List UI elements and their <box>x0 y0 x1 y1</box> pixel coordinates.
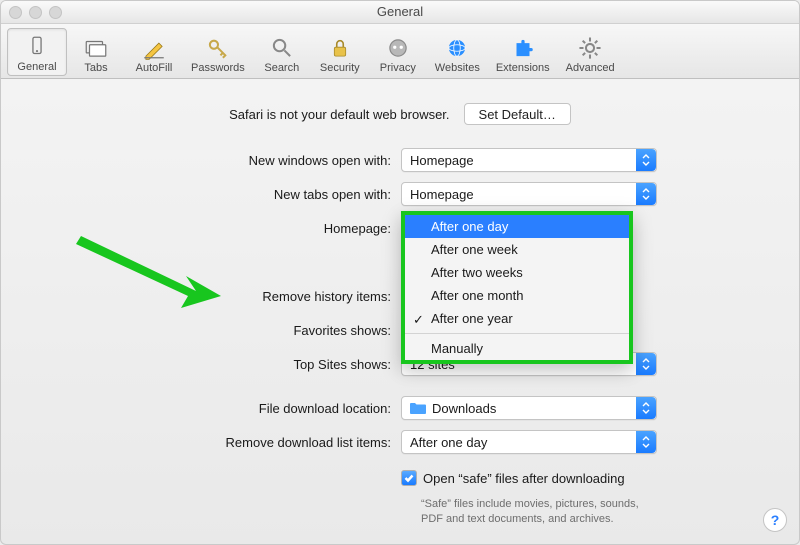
chevron-updown-icon <box>636 183 656 205</box>
set-default-button[interactable]: Set Default… <box>464 103 571 125</box>
new-windows-label: New windows open with: <box>41 153 401 168</box>
new-tabs-label: New tabs open with: <box>41 187 401 202</box>
checkmark-icon: ✓ <box>413 312 424 328</box>
privacy-icon <box>384 34 412 62</box>
remove-history-menu: After one day After one week After two w… <box>401 211 633 364</box>
new-windows-select[interactable]: Homepage <box>401 148 657 172</box>
new-tabs-select[interactable]: Homepage <box>401 182 657 206</box>
help-button[interactable]: ? <box>763 508 787 532</box>
preferences-toolbar: General Tabs AutoFill Passwords Search <box>1 24 799 79</box>
chevron-updown-icon <box>636 149 656 171</box>
toolbar-label: Websites <box>435 62 480 74</box>
search-icon <box>268 34 296 62</box>
toolbar-label: Tabs <box>84 62 107 74</box>
toolbar-search[interactable]: Search <box>253 28 311 76</box>
preferences-window: General General Tabs AutoFill Passwords <box>0 0 800 545</box>
top-sites-label: Top Sites shows: <box>41 357 401 372</box>
toolbar-label: General <box>17 61 56 73</box>
toolbar-autofill[interactable]: AutoFill <box>125 28 183 76</box>
toolbar-label: AutoFill <box>136 62 173 74</box>
gear-icon <box>576 34 604 62</box>
chevron-updown-icon <box>636 353 656 375</box>
menu-separator <box>405 333 629 334</box>
toolbar-label: Advanced <box>566 62 615 74</box>
key-icon <box>204 34 232 62</box>
toolbar-security[interactable]: Security <box>311 28 369 76</box>
window-title: General <box>377 4 423 19</box>
open-safe-hint: “Safe” files include movies, pictures, s… <box>401 497 661 527</box>
autofill-icon <box>140 34 168 62</box>
select-value: After one day <box>410 435 487 450</box>
toolbar-label: Passwords <box>191 62 245 74</box>
tabs-icon <box>82 34 110 62</box>
titlebar: General <box>1 1 799 24</box>
chevron-updown-icon <box>636 397 656 419</box>
select-value: Downloads <box>432 401 496 416</box>
menu-option-after-one-month[interactable]: After one month <box>405 284 629 307</box>
download-location-label: File download location: <box>41 401 401 416</box>
folder-icon <box>410 402 426 414</box>
toolbar-advanced[interactable]: Advanced <box>558 28 623 76</box>
toolbar-extensions[interactable]: Extensions <box>488 28 558 76</box>
menu-option-after-one-week[interactable]: After one week <box>405 238 629 261</box>
toolbar-label: Privacy <box>380 62 416 74</box>
puzzle-icon <box>509 34 537 62</box>
toolbar-label: Security <box>320 62 360 74</box>
open-safe-label: Open “safe” files after downloading <box>423 471 625 486</box>
zoom-window-button[interactable] <box>49 6 62 19</box>
open-safe-checkbox[interactable] <box>401 470 417 486</box>
menu-option-after-one-day[interactable]: After one day <box>405 215 629 238</box>
toolbar-tabs[interactable]: Tabs <box>67 28 125 76</box>
toolbar-websites[interactable]: Websites <box>427 28 488 76</box>
toolbar-passwords[interactable]: Passwords <box>183 28 253 76</box>
download-location-select[interactable]: Downloads <box>401 396 657 420</box>
minimize-window-button[interactable] <box>29 6 42 19</box>
chevron-updown-icon <box>636 431 656 453</box>
favorites-label: Favorites shows: <box>41 323 401 338</box>
toolbar-general[interactable]: General <box>7 28 67 76</box>
remove-downloads-label: Remove download list items: <box>41 435 401 450</box>
remove-downloads-select[interactable]: After one day <box>401 430 657 454</box>
default-browser-message: Safari is not your default web browser. <box>229 107 449 122</box>
close-window-button[interactable] <box>9 6 22 19</box>
traffic-lights <box>9 6 62 19</box>
toolbar-privacy[interactable]: Privacy <box>369 28 427 76</box>
menu-option-after-one-year[interactable]: ✓ After one year <box>405 307 629 330</box>
toolbar-label: Extensions <box>496 62 550 74</box>
menu-option-after-two-weeks[interactable]: After two weeks <box>405 261 629 284</box>
general-icon <box>23 33 51 61</box>
select-value: Homepage <box>410 187 474 202</box>
annotation-arrow <box>76 226 226 316</box>
menu-option-manually[interactable]: Manually <box>405 337 629 360</box>
select-value: Homepage <box>410 153 474 168</box>
toolbar-label: Search <box>264 62 299 74</box>
globe-icon <box>443 34 471 62</box>
lock-icon <box>326 34 354 62</box>
